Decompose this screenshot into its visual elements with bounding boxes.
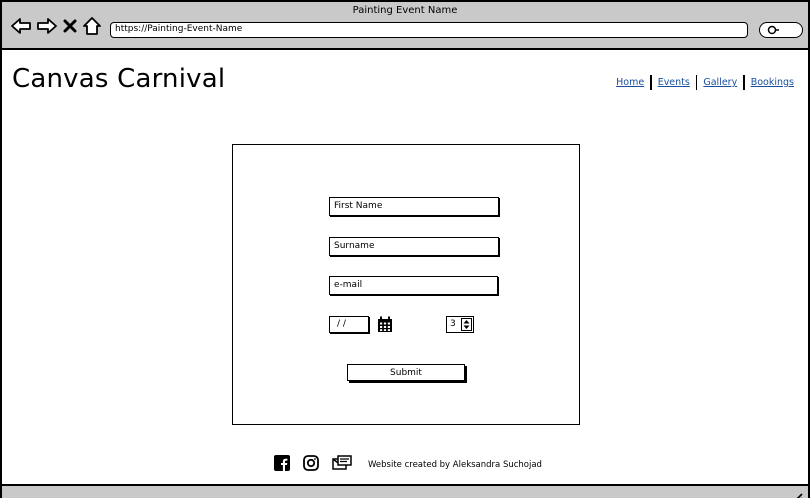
- date-input[interactable]: / /: [329, 316, 369, 333]
- nav-link-bookings[interactable]: Bookings: [745, 77, 800, 88]
- email-field[interactable]: e-mail: [329, 276, 498, 295]
- footer: Website created by Aleksandra Suchojad: [274, 455, 542, 475]
- first-name-field[interactable]: First Name: [329, 197, 499, 216]
- address-bar[interactable]: https://Painting-Event-Name: [110, 22, 748, 38]
- browser-chrome: Painting Event Name https://Painting-Eve…: [2, 2, 808, 50]
- surname-field[interactable]: Surname: [329, 237, 499, 256]
- footer-credit: Website created by Aleksandra Suchojad: [368, 460, 542, 470]
- submit-button[interactable]: Submit: [347, 364, 465, 381]
- spinner-arrows-icon[interactable]: [461, 318, 472, 336]
- calendar-icon[interactable]: [377, 316, 393, 337]
- home-icon[interactable]: [82, 16, 102, 36]
- forward-arrow-icon[interactable]: [36, 17, 58, 35]
- browser-nav-buttons: [10, 16, 102, 36]
- window-title: Painting Event Name: [352, 5, 458, 16]
- nav-link-gallery[interactable]: Gallery: [697, 77, 743, 88]
- instagram-icon[interactable]: [303, 455, 319, 475]
- site-title: Canvas Carnival: [12, 64, 226, 94]
- booking-form: First Name Surname e-mail / / 3 Submit: [232, 144, 580, 425]
- quantity-stepper[interactable]: 3: [446, 316, 474, 333]
- resize-grip-icon[interactable]: [792, 488, 804, 498]
- facebook-icon[interactable]: [274, 455, 290, 475]
- mail-icon[interactable]: [332, 455, 352, 475]
- back-arrow-icon[interactable]: [10, 17, 32, 35]
- horizontal-scrollbar[interactable]: [2, 484, 808, 498]
- main-nav: Home Events Gallery Bookings: [610, 75, 800, 90]
- close-icon[interactable]: [62, 18, 78, 34]
- browser-window: Painting Event Name https://Painting-Eve…: [0, 0, 810, 498]
- browser-search-box[interactable]: [759, 22, 803, 38]
- nav-link-events[interactable]: Events: [652, 77, 696, 88]
- quantity-value: 3: [450, 319, 456, 329]
- nav-link-home[interactable]: Home: [610, 77, 650, 88]
